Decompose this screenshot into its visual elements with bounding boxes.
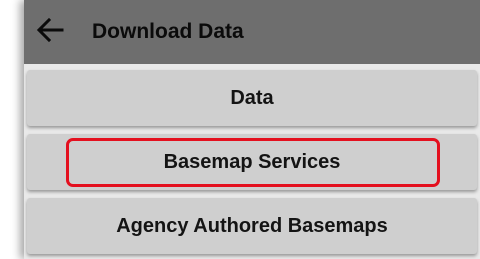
page-title: Download Data <box>92 20 244 43</box>
agency-authored-basemaps-button[interactable]: Agency Authored Basemaps <box>27 198 477 254</box>
back-button[interactable] <box>34 16 66 48</box>
basemap-services-button[interactable]: Basemap Services <box>27 134 477 190</box>
app-bar: Download Data <box>24 0 480 64</box>
download-options-list: Data Basemap Services Agency Authored Ba… <box>24 64 480 259</box>
download-data-panel: Download Data Data Basemap Services Agen… <box>24 0 480 259</box>
data-button[interactable]: Data <box>27 70 477 126</box>
arrow-left-icon <box>36 16 64 49</box>
